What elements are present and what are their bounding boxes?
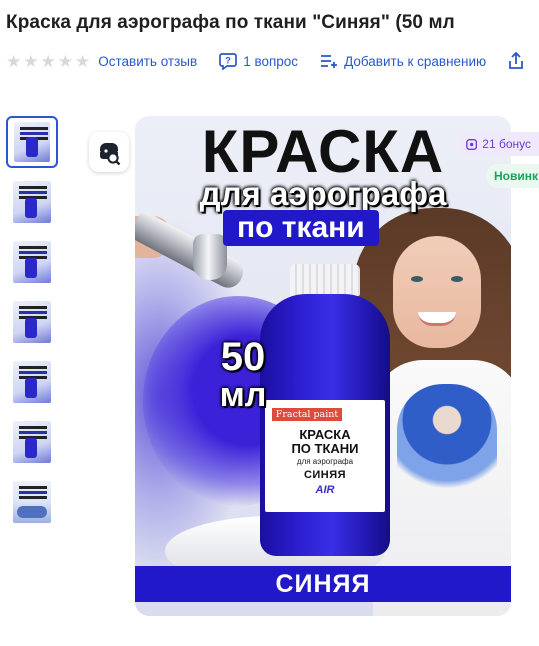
image-search-icon [100, 143, 121, 165]
share-link[interactable] [508, 52, 524, 70]
star-icon[interactable]: ★ [6, 53, 21, 70]
bonus-badge[interactable]: 21 бонус [458, 132, 539, 156]
svg-text:?: ? [225, 56, 231, 66]
product-title: Краска для аэрографа по ткани "Синяя" (5… [6, 12, 455, 33]
bottle-label: Fractal paint КРАСКА ПО ТКАНИ для аэрогр… [265, 400, 385, 512]
thumbnail-3[interactable] [6, 236, 58, 288]
thumbnail-5[interactable] [6, 356, 58, 408]
compare-list-icon [321, 55, 338, 68]
model-eye [451, 276, 463, 282]
model-eye [411, 276, 423, 282]
star-icon[interactable]: ★ [41, 53, 56, 70]
rating-stars[interactable]: ★ ★ ★ ★ ★ [6, 53, 90, 70]
new-badge: Новинк [486, 164, 539, 188]
thumbnail-strip [6, 116, 60, 536]
label-color: СИНЯЯ [303, 469, 347, 481]
main-product-image[interactable]: Fractal paint КРАСКА ПО ТКАНИ для аэрогр… [135, 116, 511, 616]
share-icon [509, 52, 524, 69]
questions-link[interactable]: ? 1 вопрос [219, 52, 298, 70]
product-meta-row: ★ ★ ★ ★ ★ Оставить отзыв ? 1 вопрос Доба… [6, 50, 539, 72]
hero-color-name: СИНЯЯ [135, 566, 511, 602]
thumbnail-image [13, 361, 51, 403]
label-name-line1: КРАСКА [299, 427, 351, 442]
questions-label: 1 вопрос [243, 53, 299, 69]
shirt-print [397, 384, 497, 504]
bottle-cap [290, 264, 360, 296]
bonus-icon [466, 138, 478, 150]
bonus-label: 21 бонус [482, 137, 531, 151]
airbrush-cup [193, 234, 227, 280]
thumbnail-2[interactable] [6, 176, 58, 228]
thumbnail-image [13, 241, 51, 283]
label-subtitle: для аэрографа [296, 457, 354, 466]
model-face [393, 236, 481, 348]
thumbnail-6[interactable] [6, 416, 58, 468]
thumbnail-image [14, 122, 50, 162]
add-to-compare-label: Добавить к сравнению [344, 53, 487, 69]
thumbnail-7[interactable] [6, 476, 58, 528]
leave-review-label: Оставить отзыв [98, 53, 198, 69]
thumbnail-image [13, 481, 51, 523]
thumbnail-4[interactable] [6, 296, 58, 348]
label-name: КРАСКА ПО ТКАНИ [291, 428, 358, 456]
thumbnail-1[interactable] [6, 116, 58, 168]
label-name-line2: ПО ТКАНИ [291, 441, 359, 456]
thumbnail-image [13, 421, 51, 463]
hero-volume: 50 мл [205, 335, 281, 414]
label-air: AIR [315, 484, 335, 496]
hero-tag: по ткани [223, 210, 379, 246]
volume-number: 50 [220, 335, 266, 379]
question-bubble-icon: ? [219, 53, 238, 70]
add-to-compare-link[interactable]: Добавить к сравнению [320, 53, 486, 69]
hero-subheadline: для аэрографа [199, 175, 447, 212]
star-icon[interactable]: ★ [58, 53, 73, 70]
thumbnail-image [13, 181, 51, 223]
star-icon[interactable]: ★ [23, 53, 38, 70]
thumbnail-image [13, 301, 51, 343]
star-icon[interactable]: ★ [75, 53, 90, 70]
image-search-button[interactable] [89, 132, 129, 172]
leave-review-link[interactable]: Оставить отзыв [98, 54, 197, 69]
volume-unit: мл [219, 376, 267, 414]
brand-logo: Fractal paint [271, 408, 343, 421]
